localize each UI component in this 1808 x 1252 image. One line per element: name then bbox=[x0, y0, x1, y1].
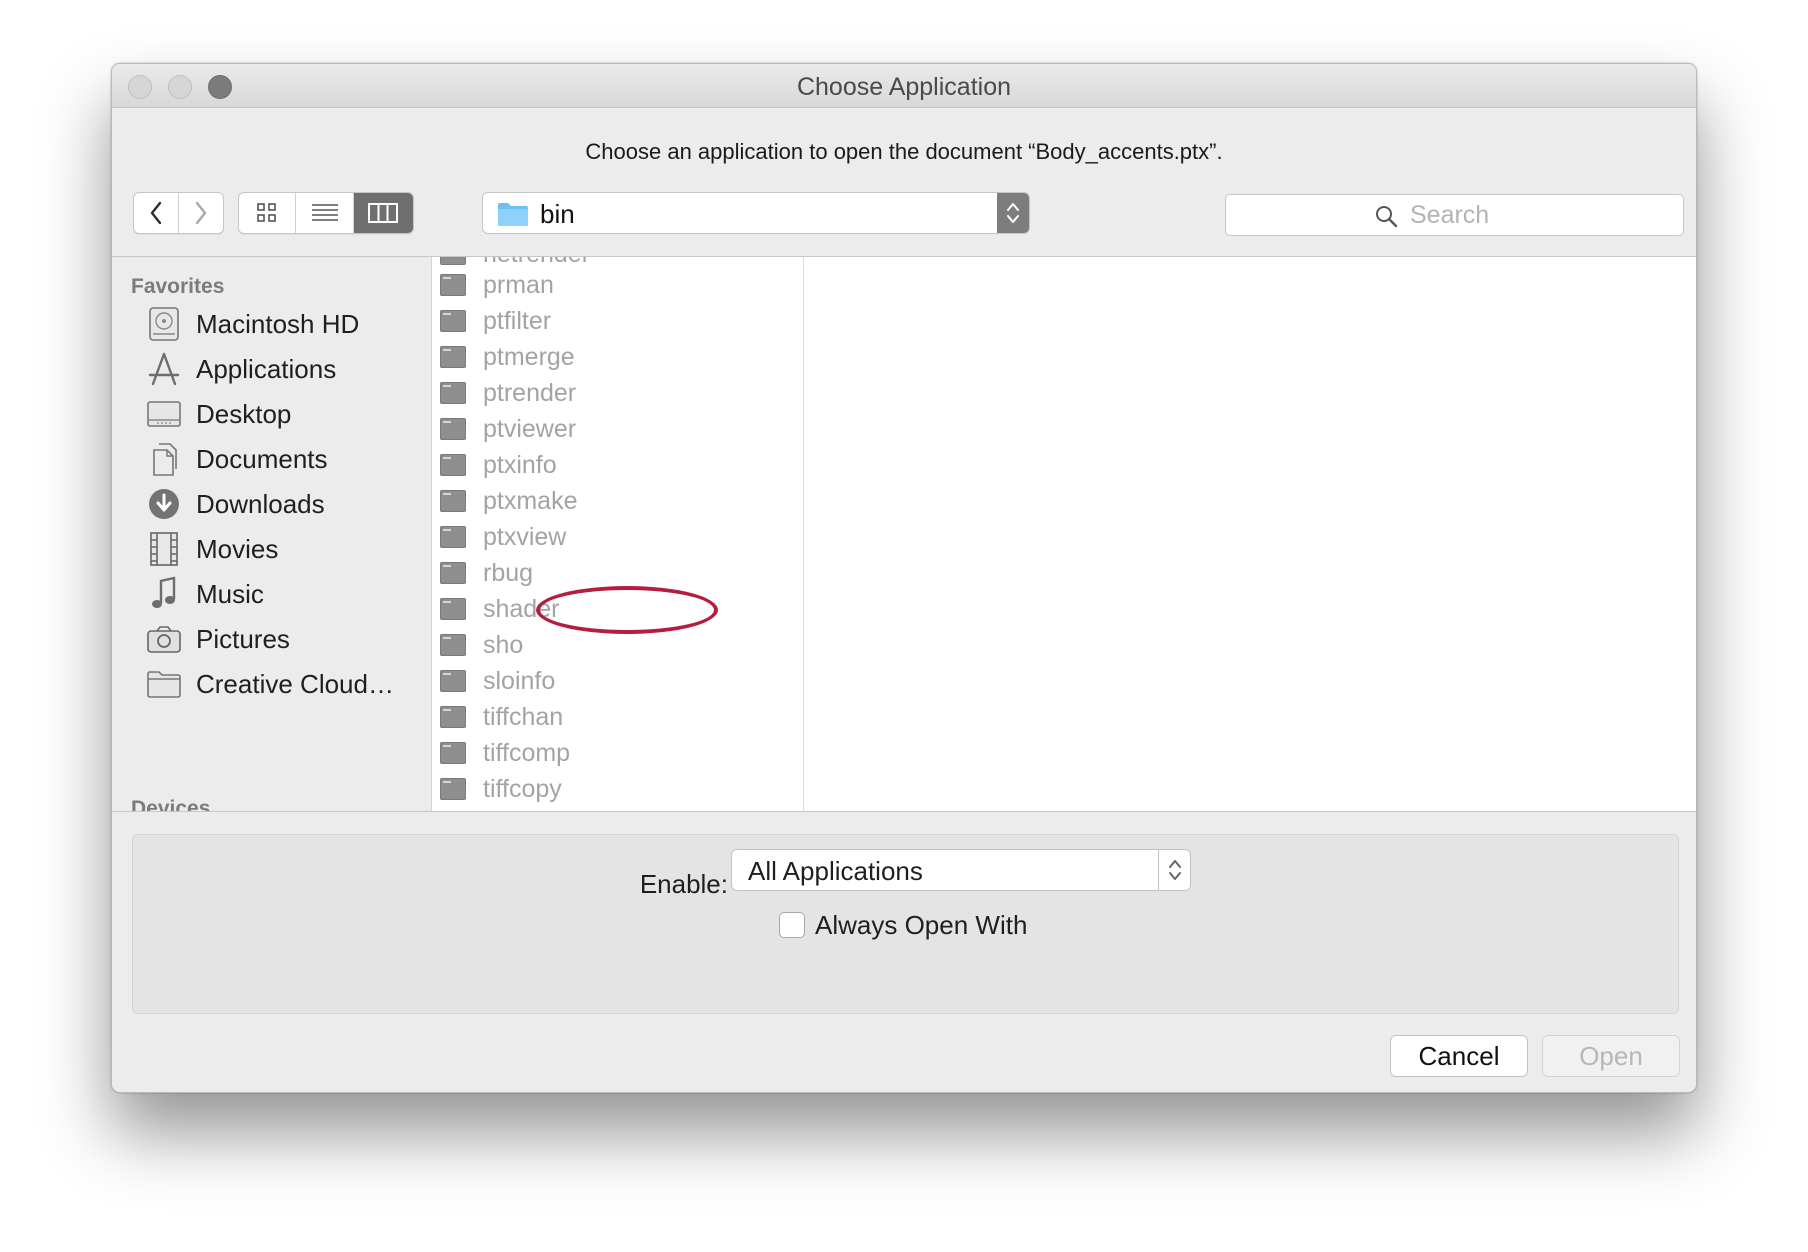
executable-icon bbox=[440, 257, 466, 265]
window-title: Choose Application bbox=[796, 73, 1012, 101]
enable-popup[interactable]: All Applications bbox=[731, 849, 1191, 891]
executable-icon bbox=[440, 490, 466, 512]
file-item[interactable]: tiffcopy bbox=[440, 772, 790, 806]
path-popup-arrows bbox=[997, 193, 1029, 233]
chevron-left-icon bbox=[150, 201, 161, 225]
executable-icon bbox=[440, 310, 466, 332]
pictures-icon bbox=[146, 621, 182, 657]
folder-icon bbox=[498, 203, 528, 226]
file-item[interactable]: ptrender bbox=[440, 376, 790, 410]
file-item[interactable]: prman bbox=[440, 268, 790, 302]
list-icon bbox=[311, 204, 338, 221]
up-down-chevron-icon bbox=[1007, 203, 1019, 223]
enable-value: All Applications bbox=[748, 856, 923, 886]
sidebar-item-creative-cloud[interactable]: Creative Cloud… bbox=[146, 662, 426, 706]
enable-popup-arrows bbox=[1158, 850, 1190, 890]
sidebar-item-applications[interactable]: Applications bbox=[146, 347, 426, 391]
executable-icon bbox=[440, 778, 466, 800]
grid-icon bbox=[257, 203, 276, 222]
file-item-ptxview[interactable]: ptxview bbox=[440, 520, 790, 554]
file-item[interactable]: rbug bbox=[440, 556, 790, 590]
chevron-right-icon bbox=[195, 201, 206, 225]
applications-icon bbox=[146, 351, 182, 387]
back-button[interactable] bbox=[134, 193, 179, 233]
toolbar: bin bbox=[112, 192, 1696, 236]
file-item[interactable]: ptxinfo bbox=[440, 448, 790, 482]
file-item[interactable]: tiffchan bbox=[440, 700, 790, 734]
executable-icon bbox=[440, 670, 466, 692]
view-mode-selector bbox=[238, 192, 414, 234]
executable-icon bbox=[440, 418, 466, 440]
sidebar-item-documents[interactable]: Documents bbox=[146, 437, 426, 481]
sidebar-item-pictures[interactable]: Pictures bbox=[146, 617, 426, 661]
sidebar-item-movies[interactable]: Movies bbox=[146, 527, 426, 571]
downloads-icon bbox=[146, 486, 182, 522]
history-nav bbox=[133, 192, 224, 234]
sidebar-item-macintosh-hd[interactable]: Macintosh HD bbox=[146, 302, 426, 346]
path-label: bin bbox=[540, 199, 575, 229]
movies-icon bbox=[146, 531, 182, 567]
highlight-annotation bbox=[536, 586, 718, 634]
cancel-button[interactable]: Cancel bbox=[1390, 1035, 1528, 1077]
executable-icon bbox=[440, 562, 466, 584]
file-column: netrender prman ptfilter ptmerge ptrende… bbox=[432, 257, 804, 811]
up-down-chevron-icon bbox=[1168, 860, 1181, 880]
hard-drive-icon bbox=[146, 306, 182, 342]
search-icon bbox=[1376, 206, 1398, 228]
executable-icon bbox=[440, 454, 466, 476]
executable-icon bbox=[440, 274, 466, 296]
devices-heading: Devices bbox=[131, 797, 211, 811]
executable-icon bbox=[440, 526, 466, 548]
always-open-with[interactable]: Always Open With bbox=[779, 910, 1027, 940]
file-item[interactable]: ptmerge bbox=[440, 340, 790, 374]
enable-label: Enable: bbox=[639, 869, 728, 899]
music-icon bbox=[146, 576, 182, 612]
column-view-button[interactable] bbox=[353, 193, 413, 233]
list-view-button[interactable] bbox=[296, 193, 354, 233]
sidebar-item-music[interactable]: Music bbox=[146, 572, 426, 616]
file-item[interactable]: tiffcomp bbox=[440, 736, 790, 770]
executable-icon bbox=[440, 742, 466, 764]
desktop-icon bbox=[146, 396, 182, 432]
favorites-heading: Favorites bbox=[131, 275, 225, 298]
open-button[interactable]: Open bbox=[1542, 1035, 1680, 1077]
file-browser: Favorites Macintosh HD Applications Desk… bbox=[112, 256, 1696, 812]
search-input[interactable] bbox=[1410, 199, 1660, 231]
file-item[interactable]: ptviewer bbox=[440, 412, 790, 446]
icon-view-button[interactable] bbox=[239, 193, 297, 233]
sidebar-item-downloads[interactable]: Downloads bbox=[146, 482, 426, 526]
always-open-checkbox[interactable] bbox=[779, 912, 805, 938]
documents-icon bbox=[146, 441, 182, 477]
executable-icon bbox=[440, 598, 466, 620]
options-panel: Enable: All Applications Always Open Wit… bbox=[132, 834, 1679, 1014]
file-item[interactable]: ptfilter bbox=[440, 304, 790, 338]
choose-application-dialog: Choose Application Choose an application… bbox=[111, 63, 1697, 1093]
always-open-label: Always Open With bbox=[815, 909, 1028, 940]
forward-button[interactable] bbox=[179, 193, 224, 233]
file-item[interactable]: ptxmake bbox=[440, 484, 790, 518]
title-bar: Choose Application bbox=[112, 64, 1696, 108]
executable-icon bbox=[440, 706, 466, 728]
executable-icon bbox=[440, 346, 466, 368]
executable-icon bbox=[440, 382, 466, 404]
preview-column bbox=[805, 257, 1696, 811]
sidebar: Favorites Macintosh HD Applications Desk… bbox=[112, 257, 432, 811]
search-field[interactable] bbox=[1225, 194, 1684, 236]
columns-icon bbox=[368, 203, 399, 223]
file-item[interactable]: sloinfo bbox=[440, 664, 790, 698]
folder-icon bbox=[146, 666, 182, 702]
executable-icon bbox=[440, 634, 466, 656]
instruction-text: Choose an application to open the docume… bbox=[585, 139, 1223, 164]
sidebar-item-desktop[interactable]: Desktop bbox=[146, 392, 426, 436]
path-popup[interactable]: bin bbox=[482, 192, 1030, 234]
